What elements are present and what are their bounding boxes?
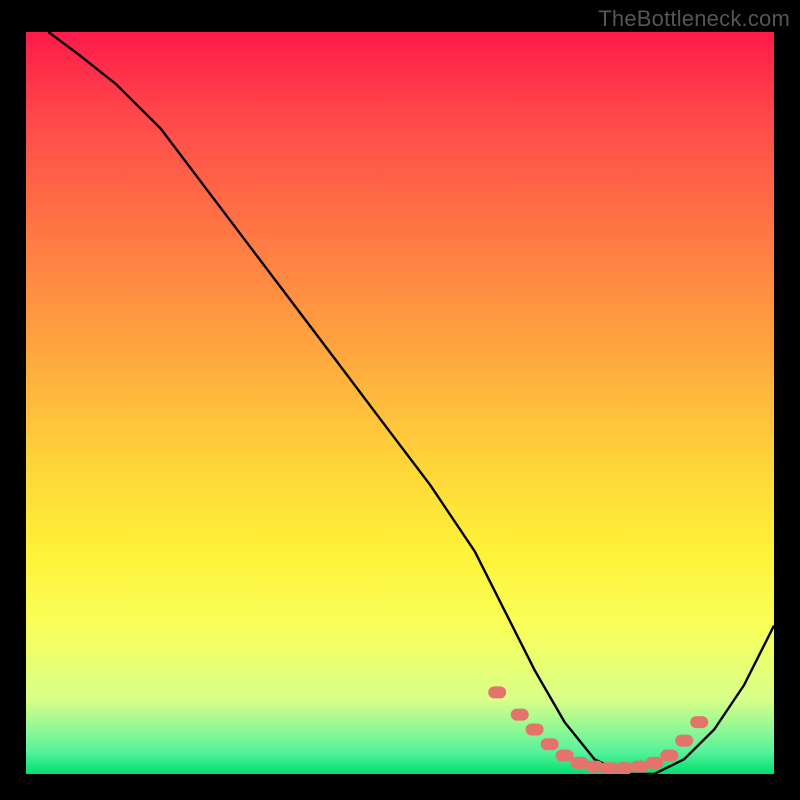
chart-marker (660, 750, 678, 762)
chart-marker-group (488, 686, 708, 774)
chart-marker (615, 762, 633, 774)
chart-marker (511, 709, 529, 721)
chart-marker (526, 724, 544, 736)
chart-marker (600, 762, 618, 774)
chart-marker (488, 686, 506, 698)
chart-marker (586, 761, 604, 773)
chart-overlay-svg (26, 32, 774, 774)
chart-marker (541, 738, 559, 750)
chart-plot-area (26, 32, 774, 774)
chart-marker (690, 716, 708, 728)
chart-marker (675, 735, 693, 747)
chart-marker (556, 750, 574, 762)
chart-marker (571, 757, 589, 769)
attribution-text: TheBottleneck.com (598, 6, 790, 32)
chart-marker (630, 761, 648, 773)
chart-marker (645, 757, 663, 769)
chart-curve-line (48, 32, 774, 774)
